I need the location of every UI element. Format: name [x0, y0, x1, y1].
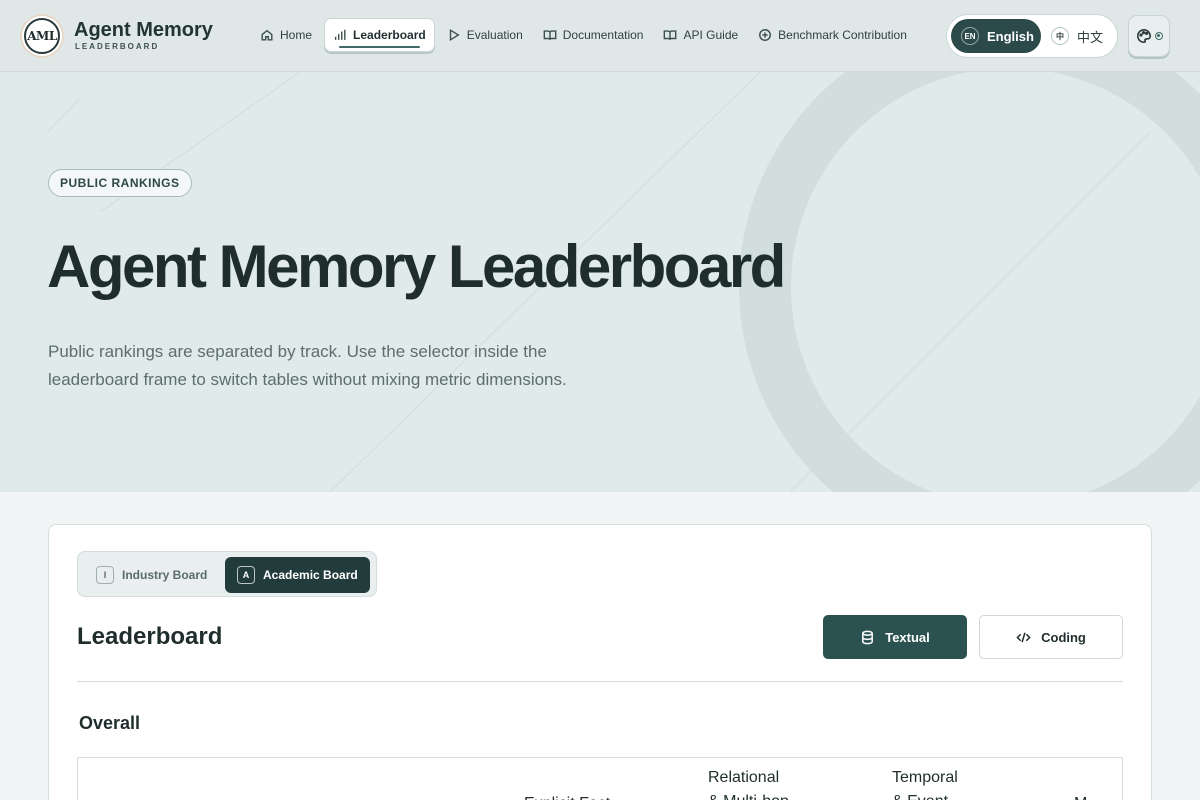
nav-item-label: Evaluation — [466, 28, 523, 42]
nav-item-label: Benchmark Contribution — [778, 28, 907, 42]
column-header-relational-line2: & Multi-hop — [708, 790, 789, 800]
language-switcher: EN English 中 中文 — [946, 14, 1118, 58]
academic-board-label: Academic Board — [263, 568, 358, 582]
play-icon — [449, 28, 460, 42]
language-label-chinese: 中文 — [1077, 29, 1104, 45]
palette-icon — [1136, 28, 1151, 44]
column-header-temporal-line2: & Event — [892, 790, 948, 800]
overall-section-title: Overall — [79, 713, 141, 733]
coding-track-button[interactable]: Coding — [979, 615, 1123, 659]
hero-section: PUBLIC RANKINGS Agent Memory Leaderboard… — [0, 72, 1200, 492]
section-divider — [77, 681, 1123, 682]
leaderboard-table: Explicit Fact Relational & Multi-hop Tem… — [77, 757, 1123, 800]
nav-item-api-guide[interactable]: API Guide — [655, 18, 746, 52]
language-option-english[interactable]: EN English — [951, 19, 1041, 53]
nav-item-documentation[interactable]: Documentation — [535, 18, 652, 52]
nav-item-home[interactable]: Home — [252, 18, 320, 52]
theme-indicator-icon — [1154, 32, 1163, 40]
main-nav: Home Leaderboard Evaluation Documentatio… — [252, 18, 915, 52]
database-icon — [862, 630, 874, 644]
column-header-relational[interactable]: Relational — [708, 766, 779, 790]
hero-eyebrow-badge: PUBLIC RANKINGS — [48, 169, 192, 197]
industry-board-label: Industry Board — [122, 568, 208, 582]
textual-track-button[interactable]: Textual — [823, 615, 967, 659]
language-badge-zh: 中 — [1051, 27, 1069, 45]
code-icon — [1016, 632, 1031, 642]
nav-item-label: Leaderboard — [353, 28, 426, 42]
top-navbar: AML Agent Memory LEADERBOARD Home Leader… — [0, 0, 1200, 72]
language-badge-en: EN — [961, 27, 979, 45]
home-icon — [261, 29, 273, 41]
nav-item-benchmark-contribution[interactable]: Benchmark Contribution — [750, 18, 915, 52]
book-icon — [543, 30, 557, 40]
nav-item-evaluation[interactable]: Evaluation — [439, 18, 531, 52]
industry-badge-icon: I — [96, 566, 114, 584]
hero-description: Public rankings are separated by track. … — [48, 342, 567, 389]
plus-circle-icon — [759, 29, 772, 41]
page-title: Agent Memory Leaderboard — [47, 233, 786, 300]
book-icon — [664, 30, 677, 40]
column-header-m[interactable]: M — [1074, 792, 1087, 800]
nav-item-label: API Guide — [683, 28, 739, 42]
leaderboard-card: I Industry Board A Academic Board Leader… — [48, 524, 1152, 800]
nav-item-label: Home — [280, 28, 313, 42]
logo-text: AML — [24, 18, 60, 54]
textual-track-label: Textual — [885, 629, 930, 645]
brand-title[interactable]: Agent Memory — [74, 19, 213, 42]
language-label-english: English — [987, 28, 1034, 44]
column-header-temporal[interactable]: Temporal — [892, 766, 958, 790]
column-header-explicit-fact[interactable]: Explicit Fact — [524, 792, 610, 800]
industry-board-tab[interactable]: I Industry Board — [84, 557, 219, 593]
leaderboard-title: Leaderboard — [77, 623, 223, 650]
language-option-chinese[interactable]: 中 中文 — [1051, 19, 1103, 53]
theme-button[interactable] — [1128, 15, 1170, 57]
brand-logo[interactable]: AML — [20, 14, 64, 58]
coding-track-label: Coding — [1041, 629, 1086, 645]
academic-board-tab[interactable]: A Academic Board — [225, 557, 370, 593]
academic-badge-icon: A — [237, 566, 255, 584]
brand-subtitle: LEADERBOARD — [75, 42, 160, 51]
bar-chart-icon — [334, 29, 346, 40]
nav-item-leaderboard[interactable]: Leaderboard — [324, 18, 435, 52]
nav-item-label: Documentation — [562, 28, 644, 42]
board-toggle: I Industry Board A Academic Board — [77, 551, 377, 597]
